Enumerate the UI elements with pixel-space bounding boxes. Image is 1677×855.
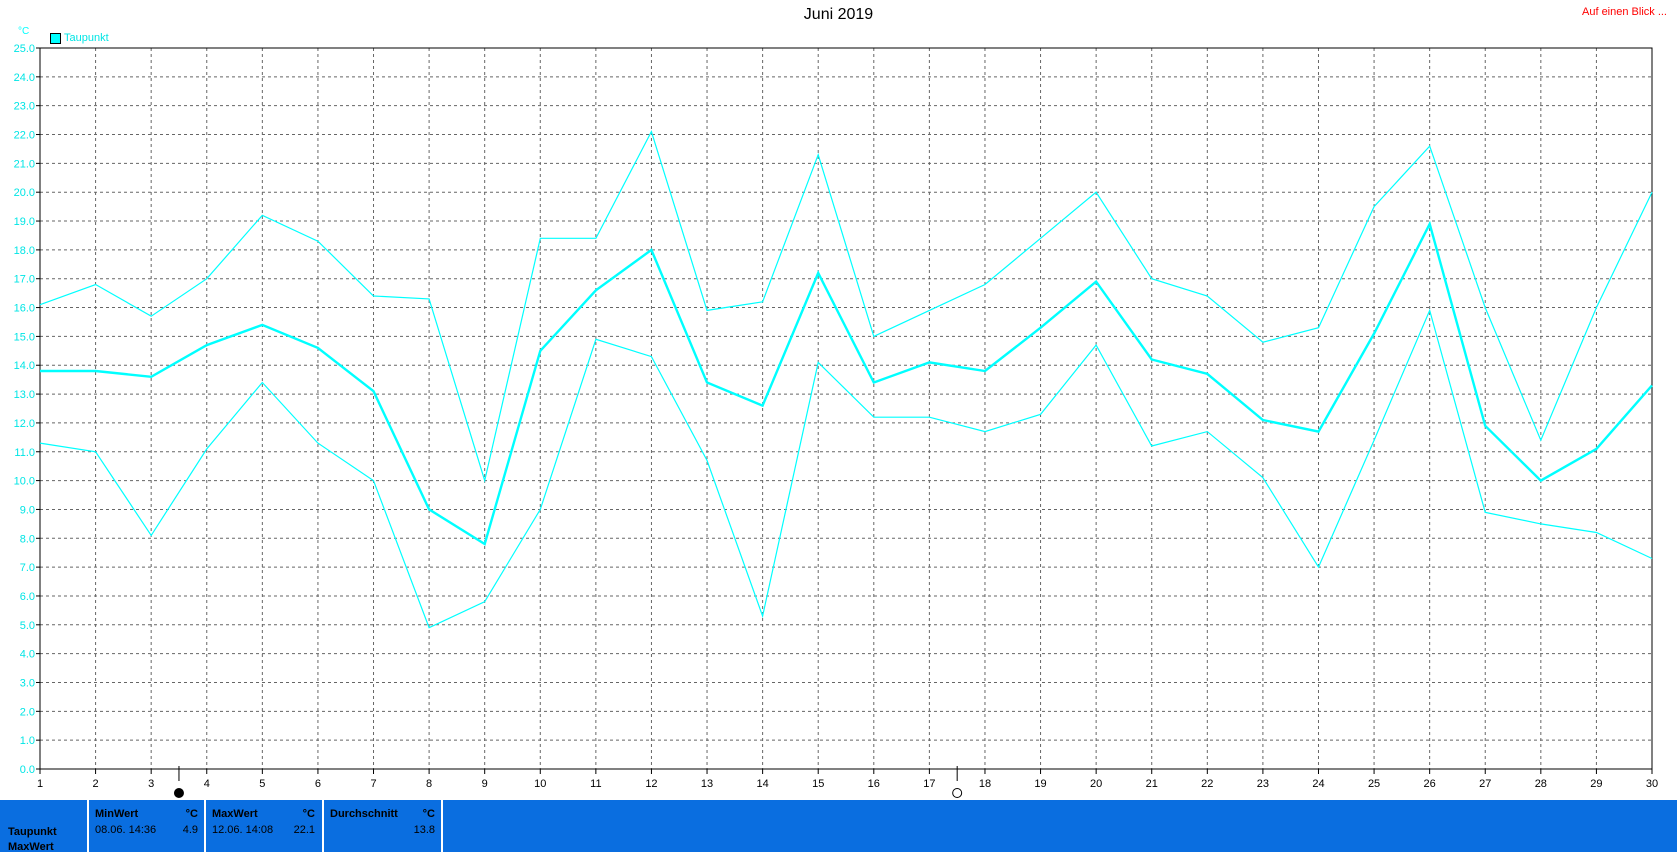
x-tick-label: 29 — [1590, 778, 1602, 790]
y-tick-label: 23.0 — [14, 101, 35, 113]
series-line-min — [39, 308, 1653, 629]
y-tick-label: 20.0 — [14, 187, 35, 199]
min-box: MinWert °C 08.06. 14:36 4.9 — [87, 800, 204, 852]
y-tick-label: 0.0 — [20, 764, 35, 776]
x-tick-label: 14 — [756, 778, 768, 790]
max-value: 22.1 — [293, 824, 315, 836]
x-tick-label: 28 — [1535, 778, 1547, 790]
x-tick-label: 3 — [148, 778, 154, 790]
y-tick-label: 9.0 — [20, 504, 35, 516]
x-tick-label: 19 — [1034, 778, 1046, 790]
avg-header: Durchschnitt — [330, 808, 398, 820]
y-tick-label: 13.0 — [14, 389, 35, 401]
y-tick-label: 12.0 — [14, 418, 35, 430]
y-tick-label: 11.0 — [14, 447, 35, 459]
max-box: MaxWert °C 12.06. 14:08 22.1 — [204, 800, 321, 852]
series-line-average — [40, 220, 1653, 546]
x-tick-label: 9 — [482, 778, 488, 790]
x-tick-label: 17 — [923, 778, 935, 790]
y-tick-label: 15.0 — [14, 331, 35, 343]
min-timestamp: 08.06. 14:36 — [95, 824, 157, 836]
chart-area: 0.01.02.03.04.05.06.07.08.09.010.011.012… — [14, 43, 1658, 798]
y-tick-label: 18.0 — [14, 245, 35, 257]
avg-box: Durchschnitt °C 13.8 — [322, 800, 441, 852]
y-tick-label: 10.0 — [14, 476, 35, 488]
full-moon-icon — [173, 788, 184, 798]
y-tick-label: 7.0 — [20, 562, 35, 574]
min-header: MinWert — [95, 808, 139, 820]
info-panel: Taupunkt MaxWert MinWert °C 08.06. 14:36… — [0, 800, 1677, 855]
y-tick-label: 5.0 — [20, 620, 35, 632]
x-tick-label: 26 — [1424, 778, 1436, 790]
series-line-max — [39, 130, 1653, 483]
y-tick-label: 6.0 — [20, 591, 35, 603]
avg-unit: °C — [422, 808, 435, 820]
x-tick-label: 4 — [204, 778, 210, 790]
info-row-labels: Taupunkt MaxWert — [8, 825, 57, 855]
max-header: MaxWert — [212, 808, 258, 820]
x-axis-ticks: 1 2 3 4 5 6 7 8 9 10 11 12 13 14 15 16 17 18 19 20 21 22 23 24 2… — [37, 769, 1658, 790]
x-tick-label: 10 — [534, 778, 546, 790]
y-tick-label: 2.0 — [20, 706, 35, 718]
x-tick-label: 16 — [868, 778, 880, 790]
x-tick-label: 5 — [259, 778, 265, 790]
plot-frame — [39, 47, 1653, 770]
x-tick-label: 21 — [1146, 778, 1158, 790]
x-tick-label: 2 — [93, 778, 99, 790]
y-tick-label: 4.0 — [20, 649, 35, 661]
y-tick-label: 21.0 — [14, 158, 35, 170]
legend-label: Taupunkt — [64, 32, 109, 44]
y-tick-label: 25.0 — [14, 43, 35, 55]
moon-markers — [173, 766, 963, 798]
legend-swatch — [50, 32, 61, 44]
y-tick-label: 17.0 — [14, 274, 35, 286]
y-tick-label: 24.0 — [14, 72, 35, 84]
x-tick-label: 24 — [1312, 778, 1324, 790]
chart-title: Juni 2019 — [803, 6, 874, 23]
chart-series — [39, 130, 1653, 629]
y-tick-label: 1.0 — [20, 735, 35, 747]
info-divider — [441, 800, 443, 852]
x-tick-label: 13 — [701, 778, 713, 790]
y-axis-unit: °C — [18, 26, 30, 37]
y-axis-ticks: 0.0 1.0 2.0 3.0 4.0 5.0 6.0 7.0 8.0 9.0 10.0 11.0 12… — [14, 43, 40, 776]
y-tick-label: 19.0 — [14, 216, 35, 228]
overview-link[interactable]: Auf einen Blick ... — [1582, 6, 1667, 18]
y-tick-label: 8.0 — [20, 533, 35, 545]
y-tick-label: 14.0 — [14, 360, 35, 372]
x-tick-label: 11 — [590, 778, 601, 790]
row-label-maxwert: MaxWert — [8, 841, 54, 853]
y-tick-label: 22.0 — [14, 130, 35, 142]
x-tick-label: 20 — [1090, 778, 1102, 790]
legend: Taupunkt — [50, 32, 109, 44]
x-tick-label: 1 — [37, 778, 43, 790]
x-tick-label: 6 — [315, 778, 321, 790]
chart-grid — [39, 47, 1653, 770]
max-timestamp: 12.06. 14:08 — [212, 824, 274, 836]
x-tick-label: 27 — [1479, 778, 1491, 790]
x-tick-label: 7 — [370, 778, 376, 790]
min-unit: °C — [185, 808, 198, 820]
row-label-taupunkt: Taupunkt — [8, 826, 57, 838]
x-tick-label: 18 — [979, 778, 991, 790]
y-tick-label: 16.0 — [14, 303, 35, 315]
x-tick-label: 22 — [1201, 778, 1213, 790]
x-tick-label: 8 — [426, 778, 432, 790]
y-tick-label: 3.0 — [20, 677, 35, 689]
new-moon-icon — [952, 788, 963, 798]
x-tick-label: 25 — [1368, 778, 1380, 790]
x-tick-label: 30 — [1646, 778, 1658, 790]
avg-value: 13.8 — [413, 824, 435, 836]
x-tick-label: 23 — [1257, 778, 1269, 790]
x-tick-label: 15 — [812, 778, 824, 790]
min-value: 4.9 — [182, 824, 198, 836]
x-tick-label: 12 — [645, 778, 657, 790]
max-unit: °C — [302, 808, 315, 820]
